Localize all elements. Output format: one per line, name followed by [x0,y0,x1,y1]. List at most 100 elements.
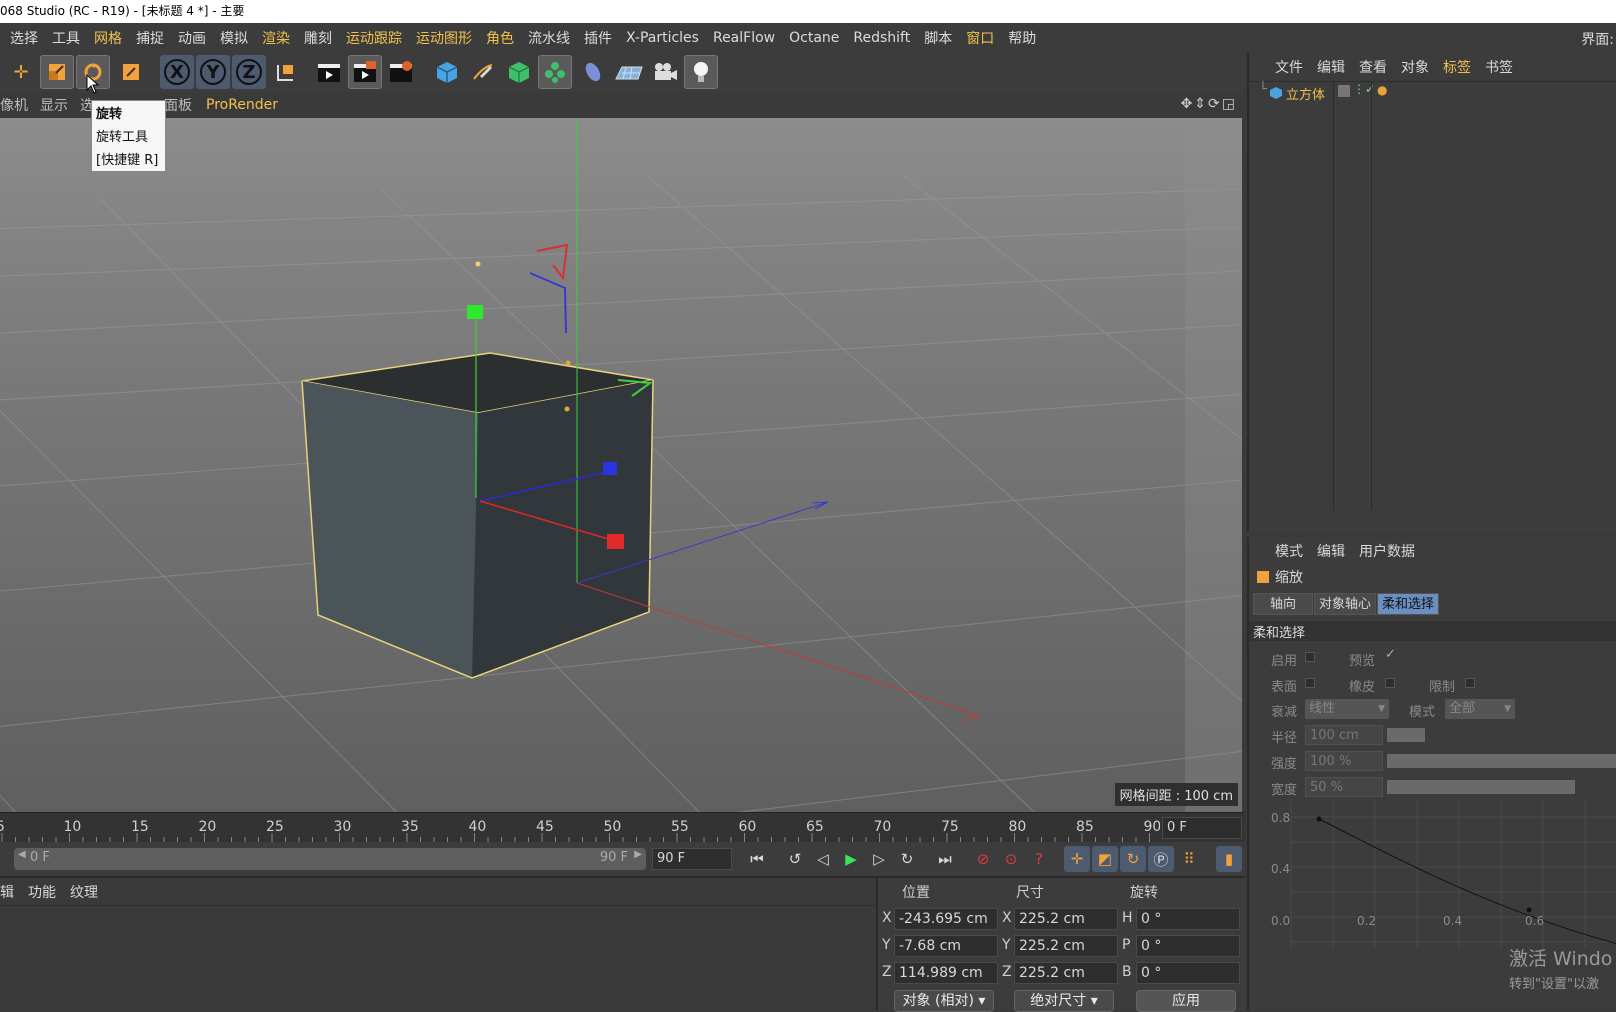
tag-icon[interactable]: ● [1377,83,1387,97]
pen-icon[interactable] [466,55,500,89]
mm-menu-function[interactable]: 功能 [28,882,56,902]
limit-checkbox[interactable] [1465,678,1475,688]
deformer-icon[interactable] [576,55,610,89]
layout-label[interactable]: 界面: [1581,29,1614,49]
camera-icon[interactable] [648,55,682,89]
key-parameter-icon[interactable]: Ⓟ [1148,846,1174,872]
3d-viewport[interactable]: 网格间距 : 100 cm [0,118,1242,812]
subdivision-icon[interactable] [502,55,536,89]
menu-sculpt[interactable]: 雕刻 [304,28,332,48]
menu-window[interactable]: 窗口 [966,28,994,48]
coordinate-system-icon[interactable] [268,55,302,89]
goto-start-icon[interactable]: ⏮ [744,846,770,872]
tab-soft-selection[interactable]: 柔和选择 [1377,593,1439,615]
scale-icon[interactable] [40,55,74,89]
menu-realflow[interactable]: RealFlow [713,30,775,46]
range-slider[interactable]: ◀ 0 F 90 F ▶ [14,848,646,870]
cube-icon[interactable] [430,55,464,89]
gizmo-z-cube[interactable] [603,462,617,475]
radius-slider[interactable] [1387,728,1425,742]
surface-checkbox[interactable] [1305,678,1315,688]
menu-redshift[interactable]: Redshift [853,30,910,46]
strength-field[interactable]: 100 % [1305,751,1383,771]
gizmo-y-cube[interactable] [467,305,483,319]
menu-select[interactable]: 选择 [10,28,38,48]
mm-menu-edit[interactable]: 辑 [0,882,14,902]
max-frame-field[interactable]: 90 F [652,848,732,870]
range-left-arrow[interactable]: ◀ [18,849,26,860]
light-icon[interactable] [684,55,718,89]
pos-y-field[interactable]: -7.68 cm [894,935,998,957]
viewport-scene[interactable] [0,118,1242,812]
viewport-nav-icons[interactable]: ✥⇕⟳◲ [1181,96,1237,112]
pos-x-field[interactable]: -243.695 cm [894,908,998,930]
radius-field[interactable]: 100 cm [1305,725,1383,745]
mm-menu-texture[interactable]: 纹理 [70,882,98,902]
om-menu-tags[interactable]: 标签 [1443,57,1471,77]
am-menu-mode[interactable]: 模式 [1275,541,1303,561]
menu-x-particles[interactable]: X-Particles [626,30,699,46]
next-key-icon[interactable]: ↻ [894,846,920,872]
om-menu-view[interactable]: 查看 [1359,57,1387,77]
layer-icon[interactable] [1338,85,1350,97]
render-picture-viewer-icon[interactable] [348,55,382,89]
key-rotation-icon[interactable]: ↻ [1120,846,1146,872]
menu-character[interactable]: 角色 [486,28,514,48]
viewport-menu-camera[interactable]: 像机 [0,95,28,115]
rot-h-field[interactable]: 0 ° [1136,908,1240,930]
size-mode-dropdown[interactable]: 绝对尺寸 ▾ [1014,990,1114,1012]
prev-frame-icon[interactable]: ◁ [810,846,836,872]
keyframe-selection-icon[interactable]: ? [1026,846,1052,872]
size-y-field[interactable]: 225.2 cm [1014,935,1118,957]
range-right-arrow[interactable]: ▶ [634,849,642,860]
am-menu-edit[interactable]: 编辑 [1317,541,1345,561]
key-scale-icon[interactable]: ◩ [1092,846,1118,872]
menu-render[interactable]: 渲染 [262,28,290,48]
preview-checkbox[interactable]: ✓ [1385,647,1396,662]
viewport-menu-prorender[interactable]: ProRender [206,97,278,113]
menu-animate[interactable]: 动画 [178,28,206,48]
rubber-checkbox[interactable] [1385,678,1395,688]
width-slider[interactable] [1387,780,1575,794]
menu-help[interactable]: 帮助 [1008,28,1036,48]
falloff-graph[interactable] [1289,799,1616,959]
menu-mesh[interactable]: 网格 [94,28,122,48]
next-frame-icon[interactable]: ▷ [866,846,892,872]
curve-point-start[interactable] [1316,816,1322,822]
menu-mograph[interactable]: 运动图形 [416,28,472,48]
menu-motion-tracking[interactable]: 运动跟踪 [346,28,402,48]
om-menu-file[interactable]: 文件 [1275,57,1303,77]
timeline-ruler[interactable]: 5 10 15 20 25 30 35 40 45 50 55 60 65 70 75 80 85 90 0 F [0,812,1245,843]
move-icon[interactable]: ✛ [4,55,38,89]
size-x-field[interactable]: 225.2 cm [1014,908,1118,930]
tab-object-axis[interactable]: 对象轴心 [1314,593,1376,615]
cube-object[interactable] [301,352,654,679]
play-icon[interactable]: ▶ [838,846,864,872]
viewport-menu-panel[interactable]: 面板 [164,95,192,115]
falloff-dropdown[interactable]: 线性 ▼ [1305,699,1389,719]
menu-script[interactable]: 脚本 [924,28,952,48]
size-z-field[interactable]: 225.2 cm [1014,962,1118,984]
auto-key-icon[interactable]: ⊙ [998,846,1024,872]
x-axis-icon[interactable]: X [160,55,194,89]
goto-end-icon[interactable]: ⏭ [932,846,958,872]
key-position-icon[interactable]: ✛ [1064,846,1090,872]
gizmo-x-cube[interactable] [607,534,624,549]
object-name[interactable]: 立方体 [1286,84,1325,103]
strength-slider[interactable] [1387,754,1616,768]
render-settings-icon[interactable] [384,55,418,89]
om-menu-object[interactable]: 对象 [1401,57,1429,77]
enable-checkbox[interactable] [1305,652,1315,662]
om-menu-edit[interactable]: 编辑 [1317,57,1345,77]
z-axis-icon[interactable]: Z [232,55,266,89]
rot-b-field[interactable]: 0 ° [1136,962,1240,984]
apply-button[interactable]: 应用 [1136,990,1236,1012]
menu-pipeline[interactable]: 流水线 [528,28,570,48]
pos-z-field[interactable]: 114.989 cm [894,962,998,984]
coordinate-mode-dropdown[interactable]: 对象 (相对) ▾ [894,990,994,1012]
mograph-cloner-icon[interactable] [538,55,572,89]
object-row-cube[interactable]: └ 立方体 ⋮✓ ● [1249,82,1616,510]
menu-octane[interactable]: Octane [789,30,839,46]
mode-dropdown[interactable]: 全部 ▼ [1445,699,1515,719]
transform-icon[interactable] [114,55,148,89]
